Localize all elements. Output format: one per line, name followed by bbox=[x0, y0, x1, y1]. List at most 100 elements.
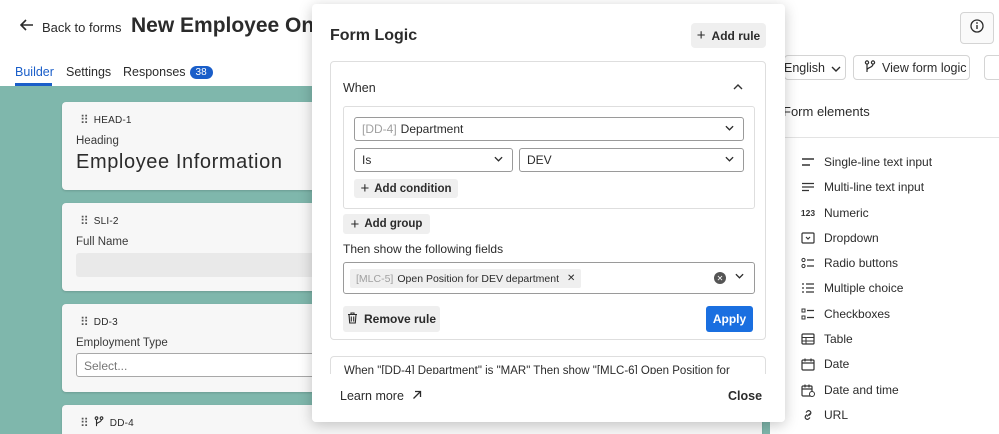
plus-icon: + bbox=[350, 215, 360, 233]
element-checkboxes[interactable]: Checkboxes bbox=[800, 306, 890, 322]
chevron-down-icon bbox=[725, 123, 734, 134]
info-button[interactable] bbox=[960, 12, 994, 44]
tab-responses[interactable]: Responses 38 bbox=[123, 65, 213, 79]
element-multiple-choice[interactable]: Multiple choice bbox=[800, 280, 903, 296]
dropdown-icon bbox=[800, 231, 816, 245]
info-icon bbox=[970, 19, 984, 37]
tab-builder[interactable]: Builder bbox=[15, 65, 54, 79]
arrow-left-icon bbox=[19, 19, 34, 35]
remove-rule-button[interactable]: Remove rule bbox=[343, 306, 440, 332]
add-group-button[interactable]: + Add group bbox=[343, 214, 430, 234]
chip-name: Open Position for DEV department bbox=[397, 272, 560, 285]
operator-value: Is bbox=[362, 153, 372, 167]
card-label: Heading bbox=[76, 135, 119, 147]
element-single-line[interactable]: Single-line text input bbox=[800, 154, 932, 170]
element-date[interactable]: Date bbox=[800, 356, 849, 372]
target-fields-select[interactable]: [MLC-5] Open Position for DEV department… bbox=[343, 262, 755, 294]
branch-icon bbox=[864, 59, 876, 76]
element-url[interactable]: URL bbox=[800, 407, 848, 423]
link-icon bbox=[800, 408, 816, 422]
multi-choice-icon bbox=[800, 281, 816, 295]
responses-count-badge: 38 bbox=[189, 66, 213, 79]
form-logic-dialog: Form Logic + Add rule When [DD-4] Depart… bbox=[312, 4, 785, 422]
then-show-label: Then show the following fields bbox=[343, 242, 504, 256]
condition-operator-select[interactable]: Is bbox=[354, 148, 513, 172]
table-icon bbox=[800, 332, 816, 346]
dialog-title: Form Logic bbox=[330, 27, 418, 44]
card-tag-label: DD-4 bbox=[109, 417, 134, 429]
card-tag: ⠿ SLI-2 bbox=[80, 214, 119, 228]
element-multi-line[interactable]: Multi-line text input bbox=[800, 179, 924, 195]
card-tag-label: DD-3 bbox=[93, 316, 118, 328]
language-select[interactable]: English bbox=[784, 55, 846, 80]
element-label: Checkboxes bbox=[824, 307, 891, 321]
chevron-down-icon bbox=[494, 154, 503, 165]
panel-divider bbox=[770, 137, 999, 138]
back-to-forms-link[interactable]: Back to forms bbox=[19, 19, 122, 35]
element-label: Numeric bbox=[824, 206, 869, 220]
drag-handle-icon[interactable]: ⠿ bbox=[80, 214, 89, 228]
drag-handle-icon[interactable]: ⠿ bbox=[80, 315, 89, 329]
logic-rule: When [DD-4] Department Is DEV + Add cond… bbox=[330, 61, 766, 340]
tab-responses-label: Responses bbox=[123, 65, 186, 79]
card-tag: ⠿ DD-3 bbox=[80, 315, 118, 329]
trash-icon bbox=[347, 311, 358, 327]
chevron-up-icon[interactable] bbox=[733, 79, 743, 93]
element-label: Radio buttons bbox=[824, 256, 899, 270]
clear-icon[interactable]: ✕ bbox=[714, 272, 726, 284]
add-group-label: Add group bbox=[364, 218, 423, 230]
element-numeric[interactable]: 123 Numeric bbox=[800, 205, 869, 221]
chevron-down-icon[interactable] bbox=[735, 271, 744, 282]
card-tag: ⠿ DD-4 bbox=[80, 416, 134, 430]
external-link-icon bbox=[412, 389, 422, 403]
dialog-footer: Learn more Close bbox=[312, 374, 785, 422]
element-table[interactable]: Table bbox=[800, 331, 853, 347]
add-condition-button[interactable]: + Add condition bbox=[354, 179, 458, 198]
card-label: Employment Type bbox=[76, 337, 168, 349]
condition-group: [DD-4] Department Is DEV + Add condition bbox=[343, 106, 755, 209]
element-label: Single-line text input bbox=[824, 155, 933, 169]
drag-handle-icon[interactable]: ⠿ bbox=[80, 416, 89, 430]
chevron-down-icon bbox=[831, 61, 841, 75]
remove-chip-icon[interactable]: ✕ bbox=[567, 273, 575, 284]
element-label: Date and time bbox=[824, 383, 899, 397]
selected-field-chip: [MLC-5] Open Position for DEV department… bbox=[350, 269, 582, 288]
learn-more-label: Learn more bbox=[340, 389, 404, 403]
view-form-logic-button[interactable]: View form logic bbox=[853, 55, 970, 80]
learn-more-link[interactable]: Learn more bbox=[340, 389, 422, 403]
drag-handle-icon[interactable]: ⠿ bbox=[80, 113, 89, 127]
multi-line-icon bbox=[800, 180, 816, 194]
element-label: Date bbox=[824, 357, 850, 371]
more-toolbar-button[interactable] bbox=[984, 55, 999, 80]
element-label: Multiple choice bbox=[824, 281, 904, 295]
field-name: Department bbox=[400, 122, 464, 136]
add-condition-label: Add condition bbox=[374, 182, 452, 195]
add-rule-label: Add rule bbox=[711, 28, 761, 43]
condition-value: DEV bbox=[527, 153, 552, 167]
tab-settings[interactable]: Settings bbox=[66, 65, 111, 79]
condition-field-select[interactable]: [DD-4] Department bbox=[354, 117, 744, 141]
element-radio[interactable]: Radio buttons bbox=[800, 255, 898, 271]
element-label: Table bbox=[824, 332, 853, 346]
add-rule-button[interactable]: + Add rule bbox=[691, 23, 766, 48]
chevron-down-icon bbox=[725, 154, 734, 165]
branch-icon bbox=[94, 416, 104, 430]
back-to-forms-label: Back to forms bbox=[42, 19, 122, 35]
condition-value-select[interactable]: DEV bbox=[519, 148, 744, 172]
plus-icon: + bbox=[696, 27, 706, 44]
form-elements-title: Form elements bbox=[783, 104, 870, 119]
when-label: When bbox=[343, 81, 376, 95]
element-label: Dropdown bbox=[824, 231, 879, 245]
numeric-icon: 123 bbox=[800, 208, 816, 218]
apply-button[interactable]: Apply bbox=[706, 306, 753, 332]
close-button[interactable]: Close bbox=[728, 389, 762, 403]
plus-icon: + bbox=[360, 180, 370, 197]
card-heading-text: Employee Information bbox=[76, 151, 283, 173]
card-label: Full Name bbox=[76, 236, 129, 248]
element-label: Multi-line text input bbox=[824, 180, 925, 194]
element-dropdown[interactable]: Dropdown bbox=[800, 230, 879, 246]
view-form-logic-label: View form logic bbox=[882, 60, 967, 75]
checkbox-list-icon bbox=[800, 307, 816, 321]
single-line-icon bbox=[800, 155, 816, 169]
element-date-time[interactable]: Date and time bbox=[800, 382, 899, 398]
